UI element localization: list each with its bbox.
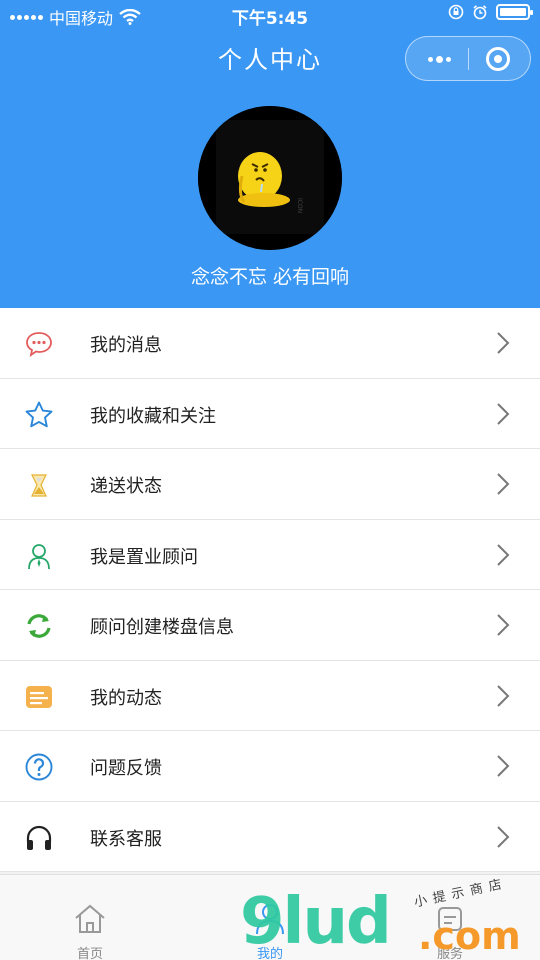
menu-item-label: 我的消息 (90, 335, 162, 356)
chevron-right-icon (496, 331, 510, 355)
avatar-image: ICON (198, 106, 342, 250)
message-icon (24, 329, 54, 359)
mini-program-capsule (405, 36, 531, 81)
menu-item-messages[interactable]: 我的消息 (0, 308, 540, 379)
tab-mine[interactable]: 我的 (180, 875, 360, 960)
menu-item-label: 递送状态 (90, 476, 162, 497)
menu-item-label: 我的收藏和关注 (90, 405, 216, 427)
tab-label: 服务 (436, 947, 463, 960)
question-icon (24, 752, 54, 782)
menu-item-label: 问题反馈 (90, 758, 162, 779)
chevron-right-icon (496, 543, 510, 567)
close-mini-program-icon[interactable] (486, 47, 510, 71)
tab-label: 我的 (256, 947, 283, 960)
profile-header: 中国移动 下午5:45 个人中心 ICON 念念不忘 必有回响 (0, 0, 540, 308)
status-right (448, 4, 533, 20)
menu-item-label: 联系客服 (90, 828, 162, 850)
star-icon (24, 400, 54, 430)
svg-text:ICON: ICON (296, 198, 303, 213)
card-icon (24, 682, 54, 712)
service-icon (432, 901, 468, 937)
tab-bar: 首页 我的 服务 (0, 874, 540, 960)
rotation-lock-icon (448, 4, 464, 20)
menu-item-label: 我的动态 (90, 687, 162, 709)
menu-item-label: 我是置业顾问 (90, 546, 198, 568)
menu-item-delivery-status[interactable]: 递送状态 (0, 449, 540, 520)
tab-home[interactable]: 首页 (0, 875, 180, 960)
alarm-icon (473, 5, 487, 20)
more-icon[interactable] (424, 50, 454, 68)
battery-icon (496, 4, 533, 20)
menu-item-consultant[interactable]: 我是置业顾问 (0, 519, 540, 590)
chevron-right-icon (496, 613, 510, 637)
chevron-right-icon (496, 402, 510, 426)
chevron-right-icon (496, 472, 510, 496)
home-icon (72, 901, 108, 937)
consultant-icon (24, 541, 54, 571)
menu-item-label: 顾问创建楼盘信息 (90, 617, 234, 638)
chevron-right-icon (496, 684, 510, 708)
headset-icon (24, 823, 54, 853)
menu-item-create-listing[interactable]: 顾问创建楼盘信息 (0, 590, 540, 661)
tab-service[interactable]: 服务 (360, 875, 540, 960)
menu-item-customer-service[interactable]: 联系客服 (0, 801, 540, 872)
tab-label: 首页 (76, 947, 103, 960)
hourglass-icon (24, 470, 54, 500)
user-icon (252, 901, 288, 937)
chevron-right-icon (496, 825, 510, 849)
menu-item-favorites[interactable]: 我的收藏和关注 (0, 378, 540, 449)
menu-list: 我的消息 我的收藏和关注 递送状态 我是置业顾问 顾问创建楼盘信息 我的动态 问… (0, 308, 540, 872)
menu-item-my-activity[interactable]: 我的动态 (0, 660, 540, 731)
chevron-right-icon (496, 754, 510, 778)
capsule-divider (468, 48, 469, 70)
refresh-icon (24, 611, 54, 641)
status-bar: 中国移动 下午5:45 (0, 0, 540, 30)
menu-item-feedback[interactable]: 问题反馈 (0, 731, 540, 802)
profile-motto: 念念不忘 必有回响 (190, 266, 350, 288)
avatar[interactable]: ICON (198, 106, 342, 250)
